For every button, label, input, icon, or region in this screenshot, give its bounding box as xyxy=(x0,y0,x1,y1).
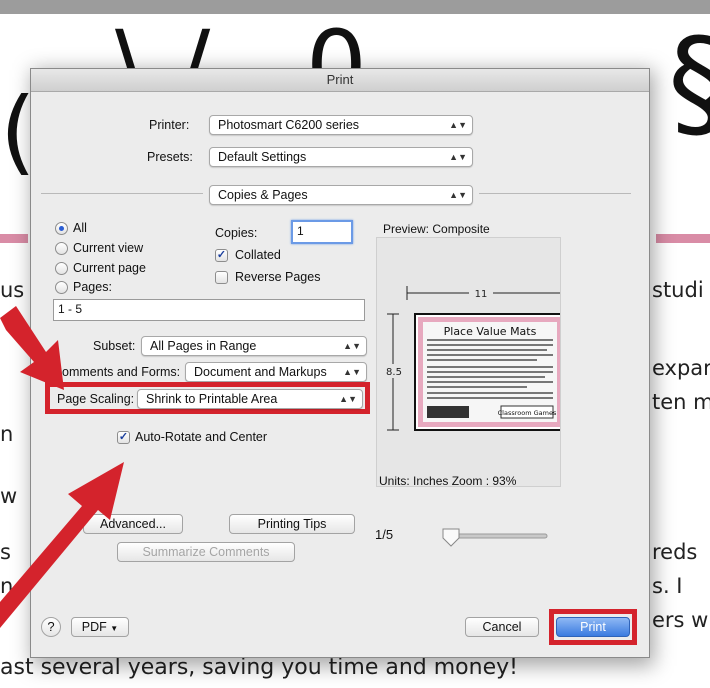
arrow-to-auto-rotate xyxy=(0,462,124,628)
annotation-arrows xyxy=(0,306,124,628)
arrow-to-page-scaling xyxy=(0,306,64,390)
